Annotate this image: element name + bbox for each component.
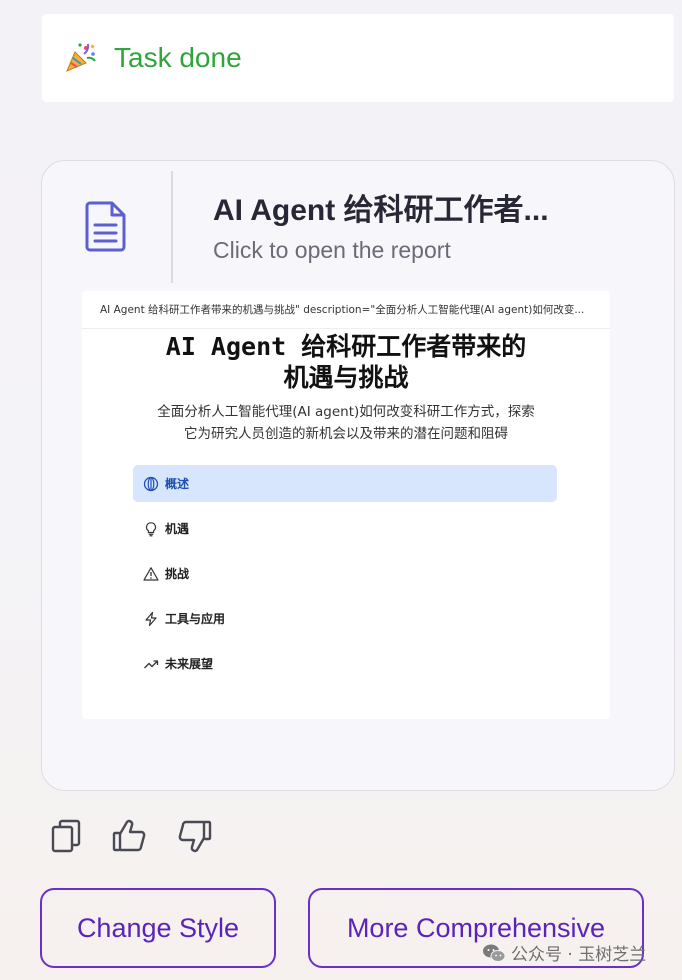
thumbs-down-icon[interactable] — [176, 818, 212, 856]
nav-item-opportunities[interactable]: 机遇 — [133, 510, 557, 547]
report-card[interactable]: AI Agent 给科研工作者... Click to open the rep… — [41, 160, 675, 791]
globe-icon — [143, 476, 159, 491]
nav-item-outlook[interactable]: 未来展望 — [133, 645, 557, 682]
preview-heading-line: 机遇与挑战 — [283, 363, 409, 392]
preview-description-line: 全面分析人工智能代理(AI agent)如何改变科研工作方式，探索 — [157, 404, 535, 420]
preview-description-line: 它为研究人员创造的新机会以及带来的潜在问题和阻碍 — [184, 426, 508, 442]
trending-up-icon — [144, 659, 159, 668]
watermark-text: 公众号 · 玉树芝兰 — [511, 945, 647, 965]
nav-item-overview[interactable]: 概述 — [133, 465, 557, 502]
nav-item-challenges[interactable]: 挑战 — [133, 555, 557, 592]
nav-label: 挑战 — [165, 567, 190, 581]
preview-heading-line: AI Agent 给科研工作者带来的 — [165, 332, 527, 361]
lightning-icon — [145, 611, 157, 626]
preview-nav: 概述 机遇 挑战 工具与应用 未来展望 — [133, 465, 557, 690]
task-status-banner: Task done — [42, 14, 674, 102]
report-open-hint: Click to open the report — [213, 237, 451, 263]
nav-label: 机遇 — [165, 522, 190, 536]
watermark: 公众号 · 玉树芝兰 — [482, 940, 646, 965]
wechat-icon — [483, 944, 506, 962]
nav-label: 未来展望 — [165, 657, 214, 671]
document-icon — [85, 201, 126, 252]
card-divider — [171, 171, 173, 283]
nav-label: 概述 — [165, 477, 190, 491]
report-title: AI Agent 给科研工作者... — [213, 194, 549, 227]
task-status-text: Task done — [114, 42, 242, 73]
preview-meta-line: AI Agent 给科研工作者带来的机遇与挑战" description="全面… — [82, 291, 610, 329]
copy-icon[interactable] — [50, 818, 86, 856]
report-preview[interactable]: AI Agent 给科研工作者带来的机遇与挑战" description="全面… — [82, 291, 610, 719]
preview-heading: AI Agent 给科研工作者带来的 机遇与挑战 — [112, 331, 580, 393]
lightbulb-icon — [145, 521, 157, 536]
nav-item-tools[interactable]: 工具与应用 — [133, 600, 557, 637]
change-style-button[interactable]: Change Style — [40, 888, 276, 968]
thumbs-up-icon[interactable] — [112, 818, 148, 856]
party-popper-icon — [66, 43, 96, 72]
nav-label: 工具与应用 — [165, 612, 226, 626]
preview-description: 全面分析人工智能代理(AI agent)如何改变科研工作方式，探索 它为研究人员… — [122, 401, 570, 445]
warning-icon — [143, 566, 159, 581]
